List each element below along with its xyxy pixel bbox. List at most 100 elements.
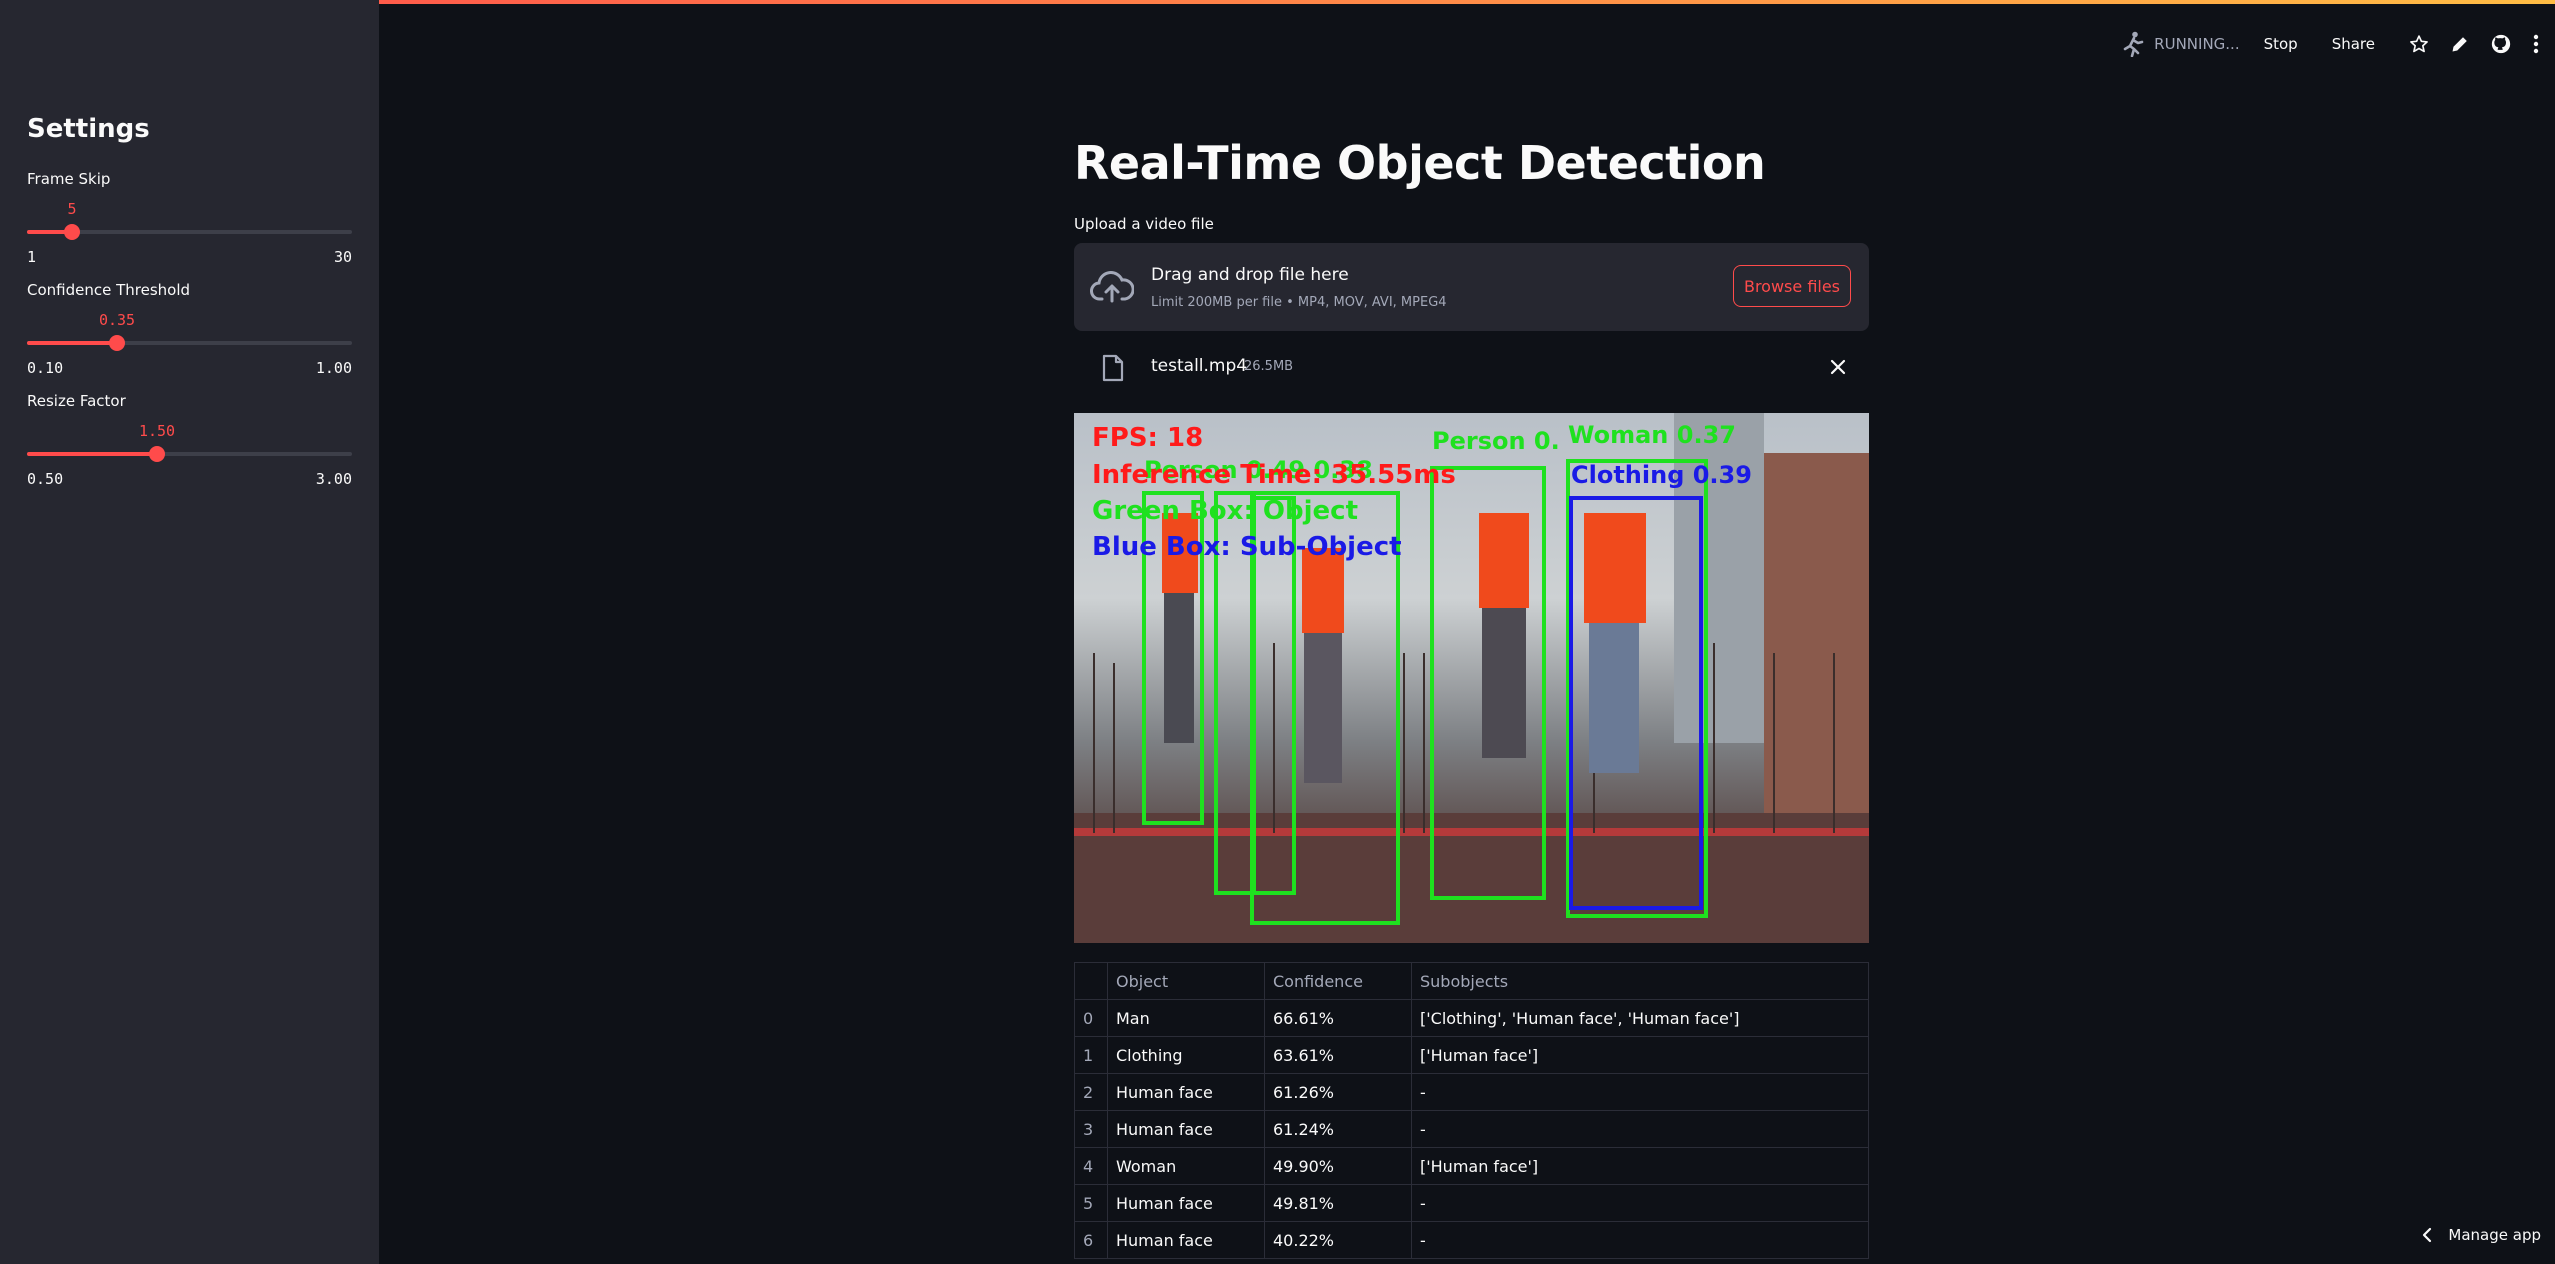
subobjects-cell: - xyxy=(1411,1184,1869,1222)
running-status-text: RUNNING... xyxy=(2154,35,2240,53)
fps-label: FPS: 18 xyxy=(1092,423,1203,453)
slider-label: Confidence Threshold xyxy=(27,281,191,299)
detections-table: Object Confidence Subobjects 0 Man 66.61… xyxy=(1074,962,1869,1259)
slider-thumb[interactable] xyxy=(64,224,80,240)
confidence-cell: 49.81% xyxy=(1264,1184,1412,1222)
app-toolbar: RUNNING... Stop Share xyxy=(2122,28,2555,60)
running-status: RUNNING... xyxy=(2122,31,2240,57)
row-index: 1 xyxy=(1074,1036,1108,1074)
confidence-cell: 66.61% xyxy=(1264,999,1412,1037)
file-icon xyxy=(1102,354,1124,382)
subobjects-cell: - xyxy=(1411,1073,1869,1111)
table-header-row: Object Confidence Subobjects xyxy=(1074,962,1869,1000)
blue-legend: Blue Box: Sub-Object xyxy=(1092,532,1402,562)
woman-label: Woman 0.37 xyxy=(1568,421,1736,449)
slider-min: 0.50 xyxy=(27,470,64,488)
chevron-left-icon xyxy=(2423,1227,2432,1243)
frame-skip-slider[interactable]: Frame Skip 5 1 30 xyxy=(27,170,352,266)
dropzone-instruction: Drag and drop file here xyxy=(1151,265,1349,285)
table-row: 5 Human face 49.81% - xyxy=(1074,1184,1869,1222)
confidence-cell: 63.61% xyxy=(1264,1036,1412,1074)
confidence-cell: 61.26% xyxy=(1264,1073,1412,1111)
subobjects-cell: ['Human face'] xyxy=(1411,1147,1869,1185)
dropzone-limit: Limit 200MB per file • MP4, MOV, AVI, MP… xyxy=(1151,295,1447,310)
close-icon[interactable] xyxy=(1827,356,1849,378)
confidence-cell: 61.24% xyxy=(1264,1110,1412,1148)
object-cell: Man xyxy=(1107,999,1265,1037)
subobjects-cell: ['Clothing', 'Human face', 'Human face'] xyxy=(1411,999,1869,1037)
column-header: Confidence xyxy=(1264,962,1412,1000)
stop-button[interactable]: Stop xyxy=(2264,35,2298,53)
file-dropzone[interactable]: Drag and drop file here Limit 200MB per … xyxy=(1074,243,1869,331)
red-rail xyxy=(1074,828,1869,836)
slider-min: 0.10 xyxy=(27,359,64,377)
building xyxy=(1764,453,1869,813)
slider-label: Resize Factor xyxy=(27,392,126,410)
slider-track[interactable] xyxy=(27,335,352,351)
slider-min: 1 xyxy=(27,248,37,266)
row-index: 5 xyxy=(1074,1184,1108,1222)
uploaded-file: testall.mp4 26.5MB xyxy=(1074,343,1869,393)
table-row: 3 Human face 61.24% - xyxy=(1074,1110,1869,1148)
column-header: Object xyxy=(1107,962,1265,1000)
share-button[interactable]: Share xyxy=(2332,35,2375,53)
manage-app-button[interactable]: Manage app xyxy=(2422,1226,2541,1244)
browse-files-button[interactable]: Browse files xyxy=(1733,265,1851,307)
resize-factor-slider[interactable]: Resize Factor 1.50 0.50 3.00 xyxy=(27,392,352,488)
clothing-label: Clothing 0.39 xyxy=(1571,461,1752,489)
file-size: 26.5MB xyxy=(1244,359,1294,374)
sidebar: Settings Frame Skip 5 1 30 Confidence Th… xyxy=(0,0,379,1264)
subobjects-cell: - xyxy=(1411,1110,1869,1148)
slider-value: 5 xyxy=(67,200,77,218)
row-index: 4 xyxy=(1074,1147,1108,1185)
slider-track[interactable] xyxy=(27,224,352,240)
row-index: 3 xyxy=(1074,1110,1108,1148)
row-index: 0 xyxy=(1074,999,1108,1037)
subobjects-cell: - xyxy=(1411,1221,1869,1259)
table-row: 2 Human face 61.26% - xyxy=(1074,1073,1869,1111)
slider-track[interactable] xyxy=(27,446,352,462)
inference-time-label: Inference Time: 35.55ms xyxy=(1092,460,1456,490)
person-label: Person 0. xyxy=(1432,427,1560,455)
page-title: Real-Time Object Detection xyxy=(1074,136,1766,190)
column-header xyxy=(1074,962,1108,1000)
object-cell: Woman xyxy=(1107,1147,1265,1185)
slider-max: 30 xyxy=(333,248,352,266)
row-index: 2 xyxy=(1074,1073,1108,1111)
object-cell: Clothing xyxy=(1107,1036,1265,1074)
table-row: 1 Clothing 63.61% ['Human face'] xyxy=(1074,1036,1869,1074)
table-row: 4 Woman 49.90% ['Human face'] xyxy=(1074,1147,1869,1185)
video-frame: FPS: 18 Person 0.49 0.38 Inference Time:… xyxy=(1074,413,1869,943)
slider-fill xyxy=(27,452,157,456)
object-cell: Human face xyxy=(1107,1110,1265,1148)
confidence-threshold-slider[interactable]: Confidence Threshold 0.35 0.10 1.00 xyxy=(27,281,352,377)
row-index: 6 xyxy=(1074,1221,1108,1259)
slider-label: Frame Skip xyxy=(27,170,111,188)
pencil-icon xyxy=(2452,37,2467,52)
running-man-icon xyxy=(2123,31,2144,57)
slider-thumb[interactable] xyxy=(149,446,165,462)
object-cell: Human face xyxy=(1107,1221,1265,1259)
object-cell: Human face xyxy=(1107,1184,1265,1222)
edit-button[interactable] xyxy=(2451,35,2469,53)
github-button[interactable] xyxy=(2491,34,2511,54)
file-name: testall.mp4 xyxy=(1151,356,1248,376)
confidence-cell: 40.22% xyxy=(1264,1221,1412,1259)
subobjects-cell: ['Human face'] xyxy=(1411,1036,1869,1074)
slider-max: 1.00 xyxy=(315,359,352,377)
slider-value: 1.50 xyxy=(138,422,176,440)
main-menu-button[interactable] xyxy=(2533,34,2539,54)
green-legend: Green Box: Object xyxy=(1092,496,1358,526)
slider-thumb[interactable] xyxy=(109,335,125,351)
slider-value: 0.35 xyxy=(98,311,136,329)
confidence-cell: 49.90% xyxy=(1264,1147,1412,1185)
object-cell: Human face xyxy=(1107,1073,1265,1111)
slider-fill xyxy=(27,341,117,345)
star-button[interactable] xyxy=(2409,34,2429,54)
table-row: 6 Human face 40.22% - xyxy=(1074,1221,1869,1259)
detection-overlay: FPS: 18 Person 0.49 0.38 Inference Time:… xyxy=(1074,413,1869,943)
manage-app-label: Manage app xyxy=(2448,1226,2541,1244)
top-status-line xyxy=(0,0,2555,4)
star-icon xyxy=(2410,35,2428,53)
cloud-upload-icon xyxy=(1090,271,1134,303)
